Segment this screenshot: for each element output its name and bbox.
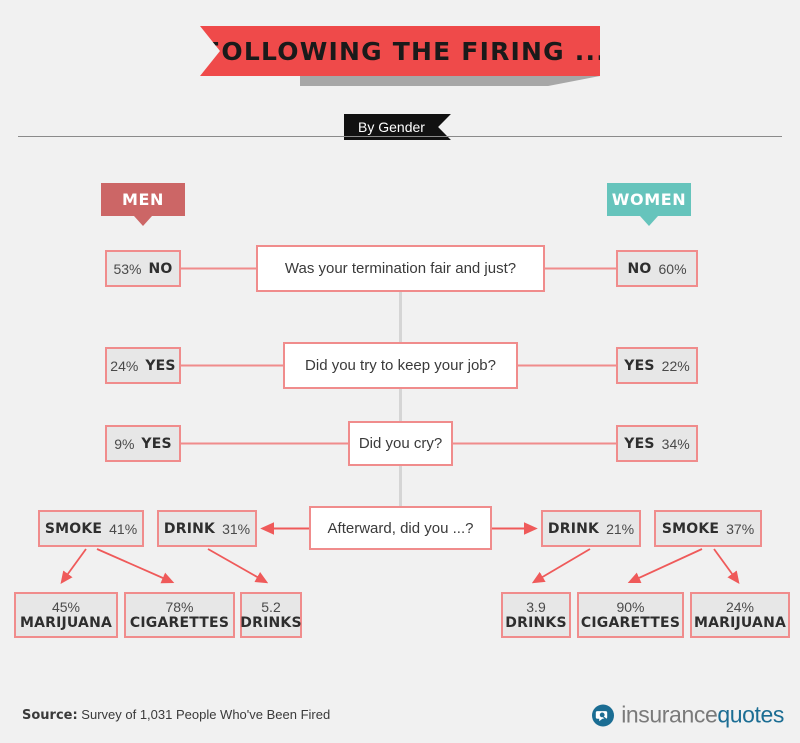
banner-pointer-icon <box>134 216 152 226</box>
column-header-men-label: MEN <box>121 190 165 209</box>
question-text: Was your termination fair and just? <box>284 260 517 277</box>
answer-box-men: 53% NO <box>105 250 181 287</box>
brand-word-quotes: quotes <box>717 701 784 728</box>
subtitle-label: By Gender <box>358 119 425 135</box>
banner-pointer-icon <box>640 216 658 226</box>
result-box-women: 24% MARIJUANA <box>690 592 790 638</box>
answer-box-women: YES 34% <box>616 425 698 462</box>
answer-label: NO <box>148 260 173 277</box>
answer-percent: 9% <box>114 435 135 452</box>
habit-percent: 31% <box>222 520 251 537</box>
source-label: Source: <box>22 708 78 723</box>
habit-percent: 37% <box>726 520 755 537</box>
habit-percent: 21% <box>606 520 635 537</box>
habit-label: SMOKE <box>44 520 103 537</box>
habit-box-men-smoke: SMOKE 41% <box>38 510 144 547</box>
source-text: Survey of 1,031 People Who've Been Fired <box>77 707 331 722</box>
answer-percent: 22% <box>661 357 690 374</box>
result-value: 24% <box>725 598 755 615</box>
habit-box-women-smoke: SMOKE 37% <box>654 510 762 547</box>
result-label: DRINKS <box>505 615 567 631</box>
speech-bubble-logo-icon <box>592 704 615 726</box>
question-box-afterward: Afterward, did you ...? <box>309 506 492 550</box>
habit-box-women-drink: DRINK 21% <box>541 510 641 547</box>
answer-box-men: 24% YES <box>105 347 181 384</box>
result-label: CIGARETTES <box>580 615 681 631</box>
result-value: 45% <box>51 598 81 615</box>
result-box-women: 90% CIGARETTES <box>577 592 684 638</box>
result-label: MARIJUANA <box>19 615 113 631</box>
title-ribbon: FOLLOWING THE FIRING ... <box>200 26 600 76</box>
result-label: MARIJUANA <box>693 615 787 631</box>
habit-label: DRINK <box>547 520 600 537</box>
result-box-men: 5.2 DRINKS <box>240 592 302 638</box>
result-label: CIGARETTES <box>129 615 230 631</box>
answer-percent: 24% <box>110 357 139 374</box>
answer-label: YES <box>624 357 655 374</box>
source-note: Source: Survey of 1,031 People Who've Be… <box>22 707 330 723</box>
column-header-women-label: WOMEN <box>611 190 687 209</box>
column-header-men: MEN <box>101 183 185 226</box>
title-banner-group: FOLLOWING THE FIRING ... By Gender <box>0 26 800 140</box>
question-box: Did you try to keep your job? <box>283 342 518 389</box>
answer-label: YES <box>624 435 655 452</box>
answer-label: YES <box>145 357 176 374</box>
question-text: Afterward, did you ...? <box>327 519 474 537</box>
answer-box-women: NO 60% <box>616 250 698 287</box>
habit-label: SMOKE <box>661 520 720 537</box>
brand-logo-wordmark: insurancequotes <box>621 702 784 729</box>
question-text: Did you try to keep your job? <box>305 357 496 374</box>
answer-box-women: YES 22% <box>616 347 698 384</box>
result-label: DRINKS <box>240 615 302 631</box>
answer-percent: 60% <box>658 260 687 277</box>
answer-label: NO <box>627 260 652 277</box>
ribbon-shadow <box>300 76 600 98</box>
question-box: Did you cry? <box>348 421 453 466</box>
answer-percent: 53% <box>113 260 142 277</box>
brand-logo[interactable]: insurancequotes <box>591 702 784 729</box>
infographic-canvas: FOLLOWING THE FIRING ... By Gender MEN W… <box>0 0 800 743</box>
result-value: 3.9 <box>526 598 546 615</box>
answer-box-men: 9% YES <box>105 425 181 462</box>
habit-percent: 41% <box>109 520 138 537</box>
column-header-women: WOMEN <box>607 183 691 226</box>
question-text: Did you cry? <box>358 435 443 452</box>
habit-label: DRINK <box>163 520 216 537</box>
habit-box-men-drink: DRINK 31% <box>157 510 257 547</box>
result-value: 90% <box>616 598 645 615</box>
page-title: FOLLOWING THE FIRING ... <box>203 36 607 66</box>
result-box-men: 45% MARIJUANA <box>14 592 118 638</box>
result-box-women: 3.9 DRINKS <box>501 592 571 638</box>
answer-percent: 34% <box>661 435 690 452</box>
question-box: Was your termination fair and just? <box>256 245 545 292</box>
result-box-men: 78% CIGARETTES <box>124 592 235 638</box>
result-value: 5.2 <box>261 598 281 615</box>
result-value: 78% <box>165 598 194 615</box>
answer-label: YES <box>141 435 172 452</box>
header-divider <box>18 136 782 137</box>
brand-word-insurance: insurance <box>621 701 718 728</box>
